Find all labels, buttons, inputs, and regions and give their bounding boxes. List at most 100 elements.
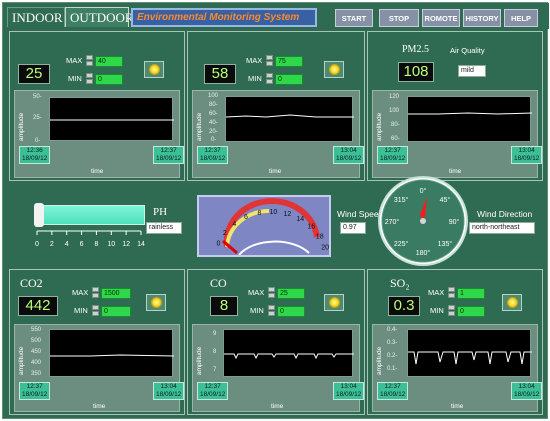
wind-speed-gauge: 0 2 4 6 8 10 12 14 16 18 20: [197, 195, 331, 257]
help-button[interactable]: HELP: [504, 9, 538, 27]
time-start: 12:37 18/09/12: [19, 382, 51, 400]
max-down-arrow-icon[interactable]: [448, 293, 455, 298]
max-down-arrow-icon[interactable]: [266, 61, 273, 66]
max-stepper[interactable]: [86, 55, 93, 66]
time-end: 13:04 18/09/12: [153, 382, 185, 400]
history-button[interactable]: HISTORY: [463, 9, 501, 27]
status-led-icon[interactable]: [502, 294, 522, 311]
min-stepper[interactable]: [268, 305, 275, 316]
y-tick: 50-: [33, 94, 42, 100]
plot: [49, 329, 175, 377]
status-led-icon[interactable]: [144, 61, 164, 78]
ph-label: PH: [153, 206, 168, 218]
max-field[interactable]: 40: [95, 56, 123, 67]
trace: [225, 114, 354, 118]
max-stepper[interactable]: [92, 287, 99, 298]
status-led-icon[interactable]: [146, 294, 166, 311]
y-tick: 9: [213, 331, 217, 337]
min-label: MIN: [248, 74, 262, 83]
min-up-arrow-icon[interactable]: [268, 305, 275, 310]
gauge-tick-label: 10: [270, 209, 278, 216]
min-down-arrow-icon[interactable]: [86, 79, 93, 84]
tab-indoor[interactable]: INDOOR: [7, 7, 65, 27]
romote-button[interactable]: ROMOTE: [422, 9, 460, 27]
ph-tick-label: 6: [80, 241, 84, 248]
time-end: 12:37 18/09/12: [153, 146, 185, 164]
min-stepper[interactable]: [448, 305, 455, 316]
max-stepper[interactable]: [266, 55, 273, 66]
min-stepper[interactable]: [92, 305, 99, 316]
gauge-red-zone: [223, 197, 320, 248]
max-up-arrow-icon[interactable]: [268, 287, 275, 292]
min-down-arrow-icon[interactable]: [266, 79, 273, 84]
plot: [407, 329, 532, 377]
x-axis-label: time: [449, 168, 462, 175]
ph-tick-label: 0: [35, 241, 39, 248]
y-axis-label: amplitude: [18, 112, 25, 141]
min-field[interactable]: 0: [277, 306, 305, 317]
plot: [223, 329, 354, 377]
x-axis-label: time: [269, 168, 282, 175]
x-axis-label: time: [91, 168, 104, 175]
tab-outdoor[interactable]: OUTDOOR: [65, 7, 134, 27]
trace: [408, 351, 532, 365]
min-down-arrow-icon[interactable]: [268, 311, 275, 316]
max-field[interactable]: 75: [275, 56, 303, 67]
min-down-arrow-icon[interactable]: [448, 311, 455, 316]
compass-label: 135°: [438, 240, 453, 248]
stop-button[interactable]: STOP: [379, 9, 419, 27]
max-stepper[interactable]: [268, 287, 275, 298]
min-field[interactable]: 0: [457, 306, 485, 317]
y-axis-label: amplitude: [376, 112, 383, 141]
max-field[interactable]: 1500: [101, 288, 131, 299]
plot: [225, 96, 354, 142]
min-field[interactable]: 0: [101, 306, 131, 317]
min-up-arrow-icon[interactable]: [448, 305, 455, 310]
min-field[interactable]: 0: [95, 74, 123, 85]
min-up-arrow-icon[interactable]: [266, 73, 273, 78]
trace: [224, 353, 354, 360]
min-up-arrow-icon[interactable]: [92, 305, 99, 310]
min-down-arrow-icon[interactable]: [92, 311, 99, 316]
min-field[interactable]: 0: [275, 74, 303, 85]
wind-speed-value: 0.97: [340, 222, 366, 234]
gauge-tick-label: 14: [296, 216, 304, 223]
x-axis-label: time: [451, 403, 464, 410]
max-up-arrow-icon[interactable]: [86, 55, 93, 60]
max-up-arrow-icon[interactable]: [266, 55, 273, 60]
max-label: MAX: [248, 288, 265, 297]
chart-area: amplitude 0.4- 0.3- 0.2- 0.1- 12:37 18/09…: [372, 324, 543, 412]
max-field[interactable]: 25: [277, 288, 305, 299]
panel-co2: CO2 442 MAX 1500 MIN 0 amplitude 550 500…: [9, 269, 185, 415]
panel-pm25: PM2.5 Air Quality 108 mild amplitude 120…: [367, 31, 543, 181]
max-label: MAX: [246, 56, 263, 65]
y-axis-label: amplitude: [376, 346, 383, 375]
gauge-hub-arc: [238, 240, 310, 256]
min-label: MIN: [250, 306, 264, 315]
min-up-arrow-icon[interactable]: [86, 73, 93, 78]
wind-direction-label: Wind Direction: [477, 209, 533, 219]
max-down-arrow-icon[interactable]: [268, 293, 275, 298]
y-axis-label: amplitude: [18, 346, 25, 375]
min-stepper[interactable]: [86, 73, 93, 84]
x-axis-label: time: [93, 403, 106, 410]
status-led-icon[interactable]: [324, 61, 344, 78]
min-stepper[interactable]: [266, 73, 273, 84]
max-up-arrow-icon[interactable]: [448, 287, 455, 292]
pm25-label: PM2.5: [402, 44, 429, 55]
air-quality-value: mild: [458, 65, 486, 77]
max-down-arrow-icon[interactable]: [92, 293, 99, 298]
min-label: MIN: [74, 306, 88, 315]
max-stepper[interactable]: [448, 287, 455, 298]
max-down-arrow-icon[interactable]: [86, 61, 93, 66]
panel-temperature: 25 MAX 40 MIN 0 amplitude 50- 25- 0- 12:…: [9, 31, 185, 181]
gauge-tick-label: 20: [321, 245, 329, 252]
max-field[interactable]: 1: [457, 288, 485, 299]
y-tick: 0.2-: [387, 353, 398, 359]
time-end: 13:04 18/09/12: [333, 146, 365, 164]
max-up-arrow-icon[interactable]: [92, 287, 99, 292]
time-start: 12:36 18/09/12: [19, 146, 51, 164]
trace-line: [408, 351, 532, 365]
status-led-icon[interactable]: [324, 294, 344, 311]
start-button[interactable]: START: [335, 9, 373, 27]
